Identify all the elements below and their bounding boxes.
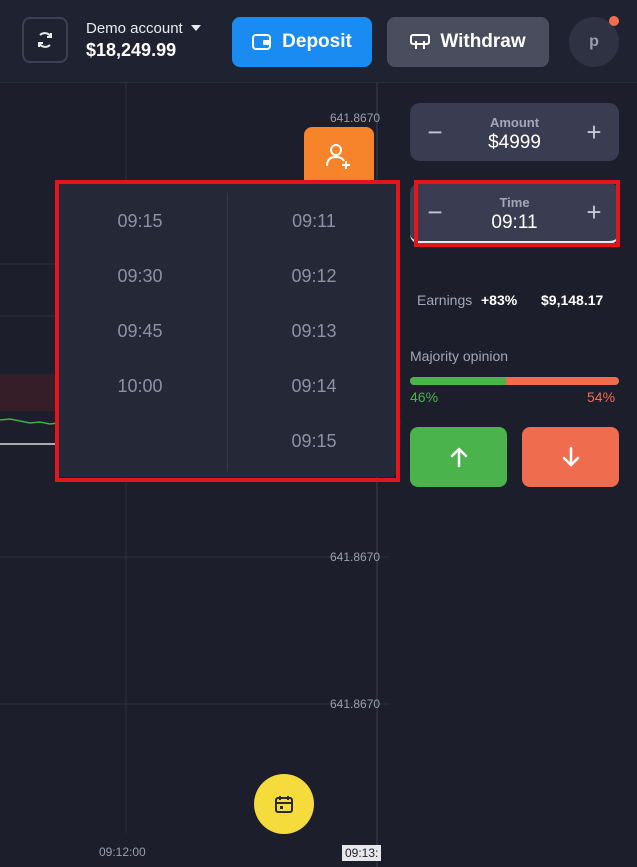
majority-up-fill [410, 377, 507, 385]
amount-stepper[interactable]: − Amount $4999 + [410, 103, 619, 161]
earnings-amount: $9,148.17 [541, 292, 604, 308]
deposit-label: Deposit [282, 31, 352, 52]
earnings-label: Earnings [417, 292, 473, 308]
account-switch-button[interactable] [22, 17, 68, 63]
highlight-box-time [414, 180, 620, 247]
user-plus-icon [326, 144, 350, 169]
withdraw-button[interactable]: Withdraw [387, 17, 549, 67]
majority-up-percent: 46% [410, 389, 439, 405]
top-bar: Demo account $18,249.99 Deposit Withdraw… [0, 0, 637, 83]
arrow-up-icon [450, 447, 467, 468]
trade-down-button[interactable] [522, 427, 619, 487]
majority-down-percent: 54% [587, 389, 616, 405]
arrow-down-icon [562, 446, 579, 467]
earnings-percent: +83% [481, 292, 518, 308]
calendar-icon [275, 796, 293, 813]
calendar-button[interactable] [254, 774, 314, 834]
withdraw-label: Withdraw [440, 31, 526, 52]
trade-up-button[interactable] [410, 427, 507, 487]
price-axis-label: 641.8670 [330, 111, 381, 125]
swap-arrows-icon [38, 32, 52, 48]
time-axis-label: 09:12:00 [99, 845, 146, 859]
withdraw-icon [410, 34, 431, 49]
price-axis-label: 641.8670 [330, 550, 381, 564]
current-time-label: 09:13: [342, 845, 382, 861]
majority-opinion-bar [410, 377, 619, 385]
chevron-down-icon[interactable] [191, 25, 201, 31]
majority-opinion-label: Majority opinion [410, 348, 509, 364]
amount-increase-button[interactable]: + [579, 117, 609, 147]
price-axis-label: 641.8670 [330, 697, 381, 711]
highlight-box-dropdown [55, 180, 400, 482]
deposit-button[interactable]: Deposit [232, 17, 372, 67]
wallet-icon [252, 34, 272, 50]
account-balance: $18,249.99 [86, 40, 177, 60]
notification-dot [609, 16, 619, 26]
avatar-initial: p [589, 33, 599, 50]
account-type-label[interactable]: Demo account [86, 20, 183, 37]
